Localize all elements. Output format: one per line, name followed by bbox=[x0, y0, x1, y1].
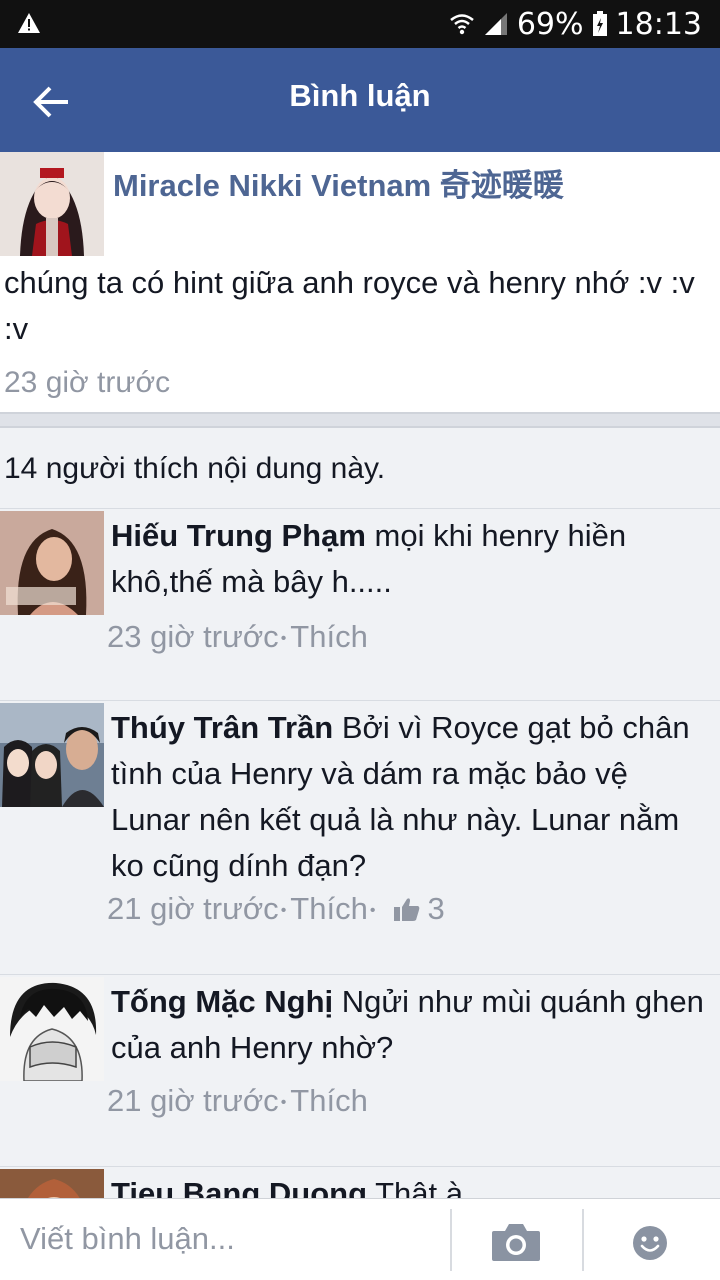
thumbs-up-icon bbox=[394, 898, 420, 921]
comment-meta: 21 giờ trước • Thích bbox=[107, 1083, 368, 1119]
warning-icon bbox=[18, 13, 40, 33]
like-count[interactable]: 3 bbox=[427, 891, 444, 927]
commenter-avatar[interactable] bbox=[0, 511, 104, 615]
commenter-avatar[interactable] bbox=[0, 977, 104, 1081]
comment-body: Thúy Trân Trần Bởi vì Royce gạt bỏ chân … bbox=[111, 705, 715, 889]
status-bar: 69% 18:13 bbox=[0, 0, 720, 48]
separator-dot: • bbox=[369, 902, 376, 919]
comment-body: Tống Mặc Nghị Ngửi như mùi quánh ghen củ… bbox=[111, 979, 715, 1071]
comment-meta: 21 giờ trước • Thích • 3 bbox=[107, 891, 445, 927]
battery-icon bbox=[592, 11, 607, 36]
comment-item: Thúy Trân Trần Bởi vì Royce gạt bỏ chân … bbox=[0, 700, 720, 974]
comment-input[interactable]: Viết bình luận... bbox=[20, 1221, 235, 1257]
section-divider bbox=[0, 412, 720, 428]
comment-composer: Viết bình luận... bbox=[0, 1198, 720, 1280]
post-text: chúng ta có hint giữa anh royce và henry… bbox=[4, 265, 695, 346]
commenter-name[interactable]: Tống Mặc Nghị bbox=[111, 984, 333, 1019]
comment-body: Hiếu Trung Phạm mọi khi henry hiền khô,t… bbox=[111, 513, 715, 605]
wifi-icon bbox=[450, 14, 474, 35]
separator-dot: • bbox=[280, 630, 287, 647]
author-avatar[interactable] bbox=[0, 152, 104, 256]
comment-meta: 23 giờ trước • Thích bbox=[107, 619, 368, 655]
divider bbox=[582, 1209, 584, 1271]
page-title: Bình luận bbox=[289, 78, 431, 113]
commenter-name[interactable]: Thúy Trân Trần bbox=[111, 710, 333, 745]
likes-summary[interactable]: 14 người thích nội dung này. bbox=[4, 452, 385, 486]
comment-text: Thật à bbox=[375, 1176, 463, 1198]
like-link[interactable]: Thích bbox=[290, 891, 368, 927]
like-link[interactable]: Thích bbox=[290, 1083, 368, 1119]
original-post: Miracle Nikki Vietnam 奇迹暖暖 chúng ta có h… bbox=[0, 152, 720, 414]
comment-item: Tống Mặc Nghị Ngửi như mùi quánh ghen củ… bbox=[0, 974, 720, 1166]
commenter-name[interactable]: Tieu Bang Duong bbox=[111, 1176, 367, 1198]
emoji-icon[interactable] bbox=[632, 1225, 668, 1261]
separator-dot: • bbox=[280, 1094, 287, 1111]
commenter-avatar[interactable] bbox=[0, 703, 104, 807]
comment-timestamp[interactable]: 21 giờ trước bbox=[107, 1083, 279, 1119]
clock: 18:13 bbox=[615, 6, 702, 42]
camera-icon[interactable] bbox=[490, 1221, 542, 1263]
app-bar: Bình luận bbox=[0, 48, 720, 152]
comments-list: 14 người thích nội dung này. Hiếu Trung … bbox=[0, 428, 720, 1198]
commenter-avatar[interactable] bbox=[0, 1169, 104, 1198]
divider bbox=[450, 1209, 452, 1271]
post-timestamp[interactable]: 23 giờ trước bbox=[4, 366, 170, 400]
comment-timestamp[interactable]: 21 giờ trước bbox=[107, 891, 279, 927]
battery-percent: 69% bbox=[516, 6, 584, 42]
comment-item: Hiếu Trung Phạm mọi khi henry hiền khô,t… bbox=[0, 508, 720, 700]
signal-icon bbox=[484, 13, 507, 35]
commenter-name[interactable]: Hiếu Trung Phạm bbox=[111, 518, 366, 553]
comment-body: Tieu Bang Duong Thật à bbox=[111, 1171, 715, 1198]
comment-item: Tieu Bang Duong Thật à bbox=[0, 1166, 720, 1198]
comment-timestamp[interactable]: 23 giờ trước bbox=[107, 619, 279, 655]
like-link[interactable]: Thích bbox=[290, 619, 368, 655]
post-author-name[interactable]: Miracle Nikki Vietnam 奇迹暖暖 bbox=[113, 160, 564, 205]
separator-dot: • bbox=[280, 902, 287, 919]
